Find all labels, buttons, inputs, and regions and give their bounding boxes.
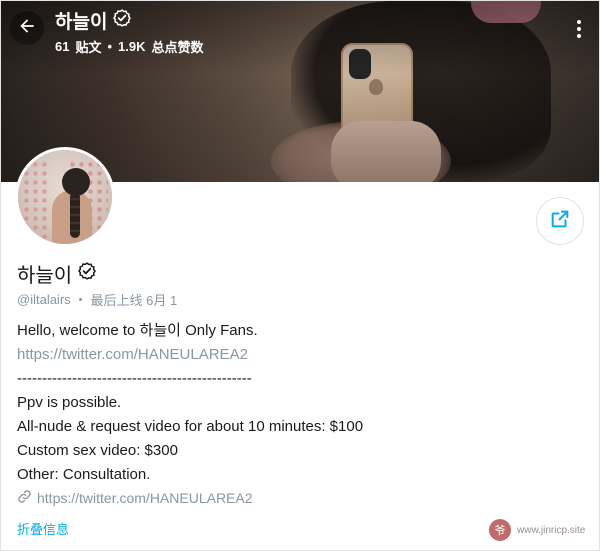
bio-line: Custom sex video: $300 xyxy=(17,442,178,459)
verified-badge-icon xyxy=(113,9,132,32)
likes-label: 总点赞数 xyxy=(151,40,204,55)
profile-page: 하늘이 61 贴文 • 1.9K 总点赞数 하늘이 @iltalairs • 最… xyxy=(0,0,600,551)
top-bar: 하늘이 61 贴文 • 1.9K 总点赞数 xyxy=(1,1,599,57)
collapse-info-link[interactable]: 折叠信息 xyxy=(17,519,69,538)
likes-count: 1.9K xyxy=(118,39,146,54)
website-link[interactable]: https://twitter.com/HANEULAREA2 xyxy=(17,489,253,507)
header-title: 하늘이 xyxy=(55,12,108,33)
handle-separator: • xyxy=(78,293,83,306)
profile-name: 하늘이 xyxy=(17,265,73,287)
watermark-text: www.jinricp.site xyxy=(517,524,586,536)
posts-label: 贴文 xyxy=(75,40,102,55)
bio-link[interactable]: https://twitter.com/HANEULAREA2 xyxy=(17,343,577,367)
avatar[interactable] xyxy=(15,147,115,247)
header-info: 하늘이 61 贴文 • 1.9K 总点赞数 xyxy=(55,7,204,56)
website-url: https://twitter.com/HANEULAREA2 xyxy=(37,490,253,506)
verified-badge-icon xyxy=(78,262,97,285)
profile-name-row: 하늘이 xyxy=(17,259,97,288)
bio-line: Ppv is possible. xyxy=(17,394,122,411)
last-online: 最后上线 6月 1 xyxy=(90,293,178,308)
link-icon xyxy=(17,489,32,507)
watermark-seal: 爷 xyxy=(489,519,511,541)
share-icon xyxy=(549,208,571,235)
stats-separator: • xyxy=(107,39,113,54)
profile-handle: @iltalairs xyxy=(17,292,71,307)
bio-divider: ----------------------------------------… xyxy=(17,370,252,387)
bio-line: Hello, welcome to 하늘이 Only Fans. xyxy=(17,322,258,339)
bio-line: All-nude & request video for about 10 mi… xyxy=(17,418,364,435)
handle-row: @iltalairs • 最后上线 6月 1 xyxy=(17,290,177,309)
watermark: 爷 www.jinricp.site xyxy=(489,519,585,541)
bio-line: Other: Consultation. xyxy=(17,466,151,483)
more-options-button[interactable] xyxy=(569,17,589,41)
more-vertical-icon xyxy=(577,20,581,38)
back-button[interactable] xyxy=(10,11,44,45)
header-stats: 61 贴文 • 1.9K 总点赞数 xyxy=(55,37,204,56)
bio: Hello, welcome to 하늘이 Only Fans. https:/… xyxy=(17,319,577,487)
arrow-left-icon xyxy=(17,16,37,41)
share-button[interactable] xyxy=(536,197,584,245)
posts-count: 61 xyxy=(55,39,70,54)
